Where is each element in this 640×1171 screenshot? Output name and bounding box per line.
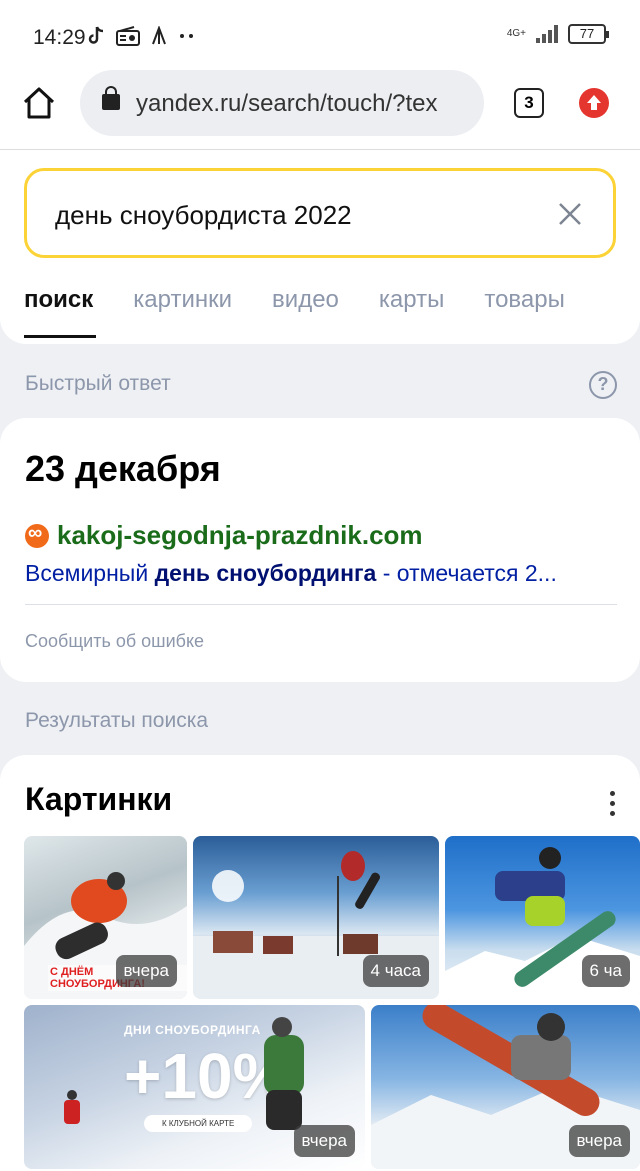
- snippet-text-pre: Всемирный: [25, 560, 155, 586]
- search-card: день сноубордиста 2022 поиск картинки ви…: [0, 150, 640, 344]
- snippet-text-bold: день сноубординга: [154, 560, 377, 586]
- results-label: Результаты поиска: [25, 709, 209, 732]
- image-thumb-4[interactable]: ДНИ СНОУБОРДИНГА +10% К КЛУБНОЙ КАРТЕ вч…: [24, 1005, 365, 1169]
- snippet-text-post: - отмечается 2...: [376, 560, 557, 586]
- report-error-link[interactable]: Сообщить об ошибке: [25, 631, 204, 652]
- site-favicon-icon: [25, 522, 49, 548]
- image-age-badge: вчера: [115, 955, 177, 987]
- radio-icon: [116, 26, 140, 46]
- home-icon[interactable]: [22, 86, 56, 120]
- status-time: 14:29: [33, 26, 86, 49]
- divider: [25, 604, 617, 605]
- tiktok-icon: [88, 26, 104, 44]
- image-thumb-2[interactable]: 4 часа: [193, 836, 439, 999]
- more-options-icon[interactable]: [610, 791, 616, 819]
- search-query: день сноубордиста 2022: [55, 200, 352, 230]
- help-icon[interactable]: ?: [589, 371, 617, 399]
- quick-answer-label: Быстрый ответ: [25, 372, 171, 395]
- tab-images[interactable]: картинки: [133, 286, 232, 338]
- lock-icon: [102, 86, 120, 110]
- status-notification-icons: [88, 26, 196, 46]
- more-notifications-icon: [180, 34, 193, 38]
- image-thumb-1[interactable]: С ДНЁМ СНОУБОРДИНГА! вчера: [24, 836, 187, 999]
- tab-switcher-button[interactable]: 3: [514, 88, 544, 118]
- search-input[interactable]: день сноубордиста 2022: [24, 168, 616, 258]
- image-age-badge: 6 ча: [581, 955, 630, 987]
- clear-icon[interactable]: [557, 201, 583, 227]
- source-domain-link[interactable]: kakoj-segodnja-prazdnik.com: [57, 520, 423, 551]
- image-thumb-3[interactable]: 6 ча: [445, 836, 640, 999]
- images-card: Картинки С ДНЁМ СНОУБОРДИНГА! вчера 4 ча…: [0, 755, 640, 1171]
- answer-source[interactable]: kakoj-segodnja-prazdnik.com: [25, 520, 423, 551]
- status-system-icons: 4G+ 77: [506, 24, 609, 44]
- answer-snippet[interactable]: Всемирный день сноубординга - отмечается…: [25, 560, 617, 587]
- image-age-badge: вчера: [568, 1125, 630, 1157]
- image-age-badge: вчера: [293, 1125, 355, 1157]
- quick-answer-card: 23 декабря kakoj-segodnja-prazdnik.com В…: [0, 418, 640, 682]
- tab-products[interactable]: товары: [484, 286, 565, 338]
- images-title[interactable]: Картинки: [25, 781, 172, 818]
- tab-video[interactable]: видео: [272, 286, 339, 338]
- tab-search[interactable]: поиск: [24, 286, 97, 338]
- network-type: 4G+: [506, 28, 526, 39]
- signal-icon: [536, 25, 558, 43]
- tab-maps[interactable]: карты: [379, 286, 444, 338]
- url-text: yandex.ru/search/touch/?tex: [136, 90, 438, 117]
- search-tabs: поиск картинки видео карты товары: [24, 286, 565, 338]
- browser-toolbar: yandex.ru/search/touch/?tex 3: [0, 68, 640, 150]
- update-icon[interactable]: [579, 88, 609, 118]
- answer-title: 23 декабря: [25, 448, 221, 489]
- status-bar: 14:29 4G+ 77: [0, 0, 640, 68]
- app-notification-icon: [152, 26, 166, 45]
- address-bar[interactable]: yandex.ru/search/touch/?tex: [80, 70, 484, 136]
- image-thumb-5[interactable]: вчера: [371, 1005, 640, 1169]
- image-age-badge: 4 часа: [362, 955, 429, 987]
- battery-icon: 77: [568, 24, 609, 44]
